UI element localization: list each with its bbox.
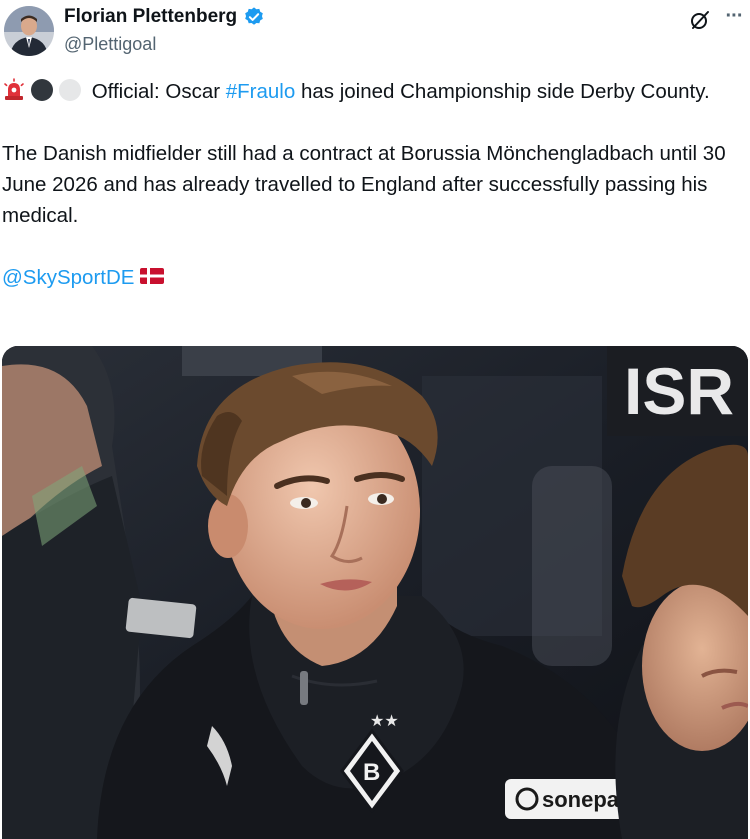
handle[interactable]: @Plettigoal [64,34,156,55]
tweet-paragraph-3: @SkySportDE [2,262,746,293]
svg-text:B: B [363,759,380,786]
tweet-header: Florian Plettenberg @Plettigoal ··· [0,0,750,64]
sponsor-badge: sonepar [505,779,635,819]
tweet-paragraph-2: The Danish midfielder still had a contra… [2,142,726,227]
black-circle-icon [31,79,53,101]
display-name[interactable]: Florian Plettenberg [64,6,237,28]
mention-link[interactable]: @SkySportDE [2,266,134,289]
more-icon[interactable]: ··· [722,6,746,32]
hashtag-link[interactable]: #Fraulo [226,80,296,103]
svg-text:★★: ★★ [370,711,399,730]
rotating-light-icon [4,78,24,100]
denmark-flag-icon [140,268,165,284]
grok-icon[interactable] [688,8,712,32]
sponsor-text: sonepar [542,787,628,812]
background-sign-text: ISR [624,354,734,428]
tweet-text-suffix: has joined Championship side Derby Count… [295,80,710,103]
tweet-media-photo[interactable]: ISR ★★ B sonepar [2,346,748,839]
tweet-body: Official: Oscar #Fraulo has joined Champ… [2,76,746,293]
tweet-text-prefix: Official: Oscar [91,80,226,103]
photo-illustration: ISR ★★ B sonepar [2,346,748,839]
verified-badge-icon [245,7,263,25]
white-circle-icon [59,79,81,101]
avatar[interactable] [4,6,54,56]
tweet-paragraph-1: Official: Oscar #Fraulo has joined Champ… [2,76,746,107]
name-row: Florian Plettenberg [64,6,265,28]
